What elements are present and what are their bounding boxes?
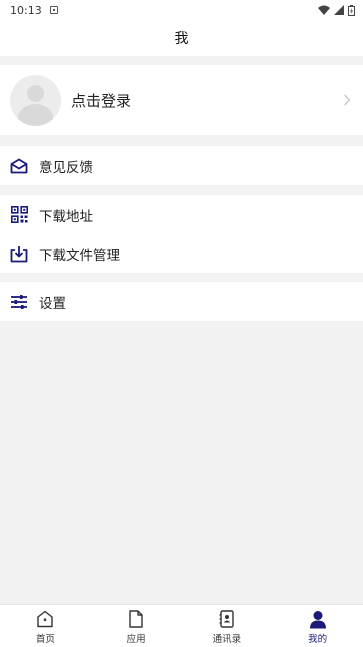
menu-item-label: 意见反馈: [39, 159, 93, 176]
login-card[interactable]: 点击登录: [0, 65, 363, 135]
tab-home[interactable]: 首页: [0, 605, 91, 647]
bottom-tab-bar: 首页 应用 通讯录 我的: [0, 604, 363, 647]
status-time: 10:13: [10, 3, 42, 17]
page-header: 我: [0, 20, 363, 56]
document-icon: [126, 609, 146, 629]
menu-group-feedback: 意见反馈: [0, 146, 363, 185]
menu-group-settings: 设置: [0, 282, 363, 321]
menu-group-downloads: 下载地址 下载文件管理: [0, 195, 363, 273]
menu-item-label: 下载文件管理: [39, 247, 120, 264]
home-icon: [35, 609, 55, 629]
screen: 10:13 我 点击登录 意见反馈 下载地址 下载文件管理 设置 首页 应用 通…: [0, 0, 363, 647]
menu-item-download-manager[interactable]: 下载文件管理: [0, 234, 363, 273]
contacts-icon: [217, 609, 237, 629]
tab-label: 首页: [35, 634, 55, 645]
avatar: [10, 74, 61, 126]
sliders-icon: [10, 293, 28, 311]
menu-item-feedback[interactable]: 意见反馈: [0, 146, 363, 185]
wifi-icon: [318, 5, 330, 15]
login-label: 点击登录: [71, 91, 132, 110]
tab-label: 通讯录: [212, 634, 242, 645]
menu-item-label: 设置: [39, 295, 66, 312]
download-icon: [10, 245, 28, 263]
tab-apps[interactable]: 应用: [91, 605, 182, 647]
mail-icon: [10, 157, 28, 175]
tab-label: 我的: [308, 634, 328, 645]
menu-item-label: 下载地址: [39, 208, 93, 225]
person-icon: [308, 609, 328, 629]
page-title: 我: [174, 31, 189, 47]
tab-label: 应用: [126, 634, 146, 645]
tab-contacts[interactable]: 通讯录: [182, 605, 273, 647]
status-indicators: [318, 4, 355, 16]
notification-icon: [49, 6, 58, 14]
battery-icon: [348, 4, 355, 16]
status-bar: 10:13: [0, 0, 363, 20]
menu-item-download-address[interactable]: 下载地址: [0, 195, 363, 234]
tab-me[interactable]: 我的: [272, 605, 363, 647]
signal-icon: [334, 5, 344, 15]
chevron-right-icon: [344, 94, 351, 106]
menu-item-settings[interactable]: 设置: [0, 282, 363, 321]
qr-code-icon: [10, 206, 28, 224]
